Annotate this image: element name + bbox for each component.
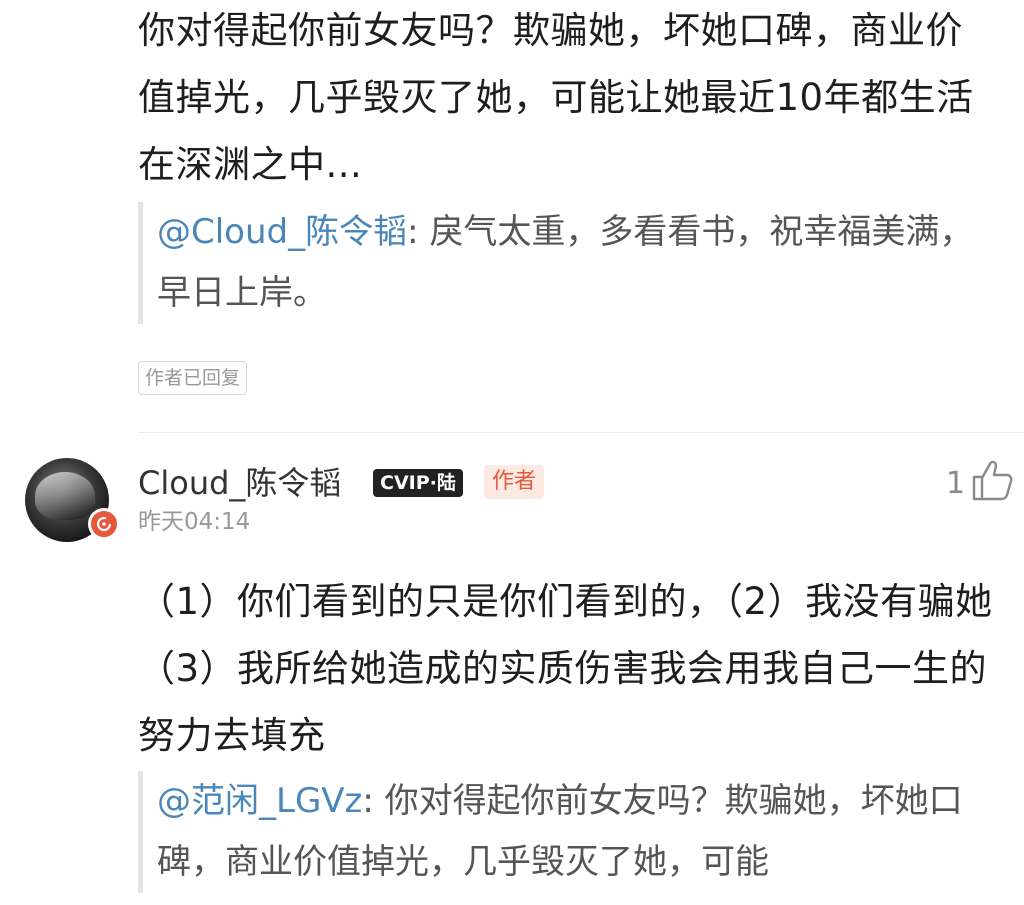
reply-comment-text: （1）你们看到的只是你们看到的，（2）我没有骗她（3）我所给她造成的实质伤害我会… bbox=[138, 580, 993, 757]
thumbs-up-icon[interactable] bbox=[968, 455, 1016, 503]
quote-mention[interactable]: @范闲_LGVz bbox=[157, 781, 362, 821]
quote-mention[interactable]: @Cloud_陈令韬 bbox=[157, 212, 407, 252]
username[interactable]: Cloud_陈令韬 bbox=[138, 462, 341, 504]
reply-quote[interactable]: @范闲_LGVz: 你对得起你前女友吗？欺骗她，坏她口碑，商业价值掉光，几乎毁灭… bbox=[138, 771, 997, 893]
top-comment-text: 你对得起你前女友吗？欺骗她，坏她口碑，商业价值掉光，几乎毁灭了她，可能让她最近1… bbox=[138, 9, 974, 186]
refresh-circle-icon bbox=[88, 508, 120, 540]
vip-badge: CVIP·陆 bbox=[373, 469, 463, 497]
avatar-image bbox=[35, 472, 95, 520]
like-count: 1 bbox=[946, 466, 966, 501]
timestamp: 昨天04:14 bbox=[138, 509, 251, 535]
comment-divider bbox=[138, 432, 1024, 433]
top-comment-quote[interactable]: @Cloud_陈令韬: 戾气太重，多看看书，祝幸福美满，早日上岸。 bbox=[138, 202, 997, 324]
author-replied-badge[interactable]: 作者已回复 bbox=[138, 361, 248, 395]
author-badge: 作者 bbox=[484, 465, 545, 499]
